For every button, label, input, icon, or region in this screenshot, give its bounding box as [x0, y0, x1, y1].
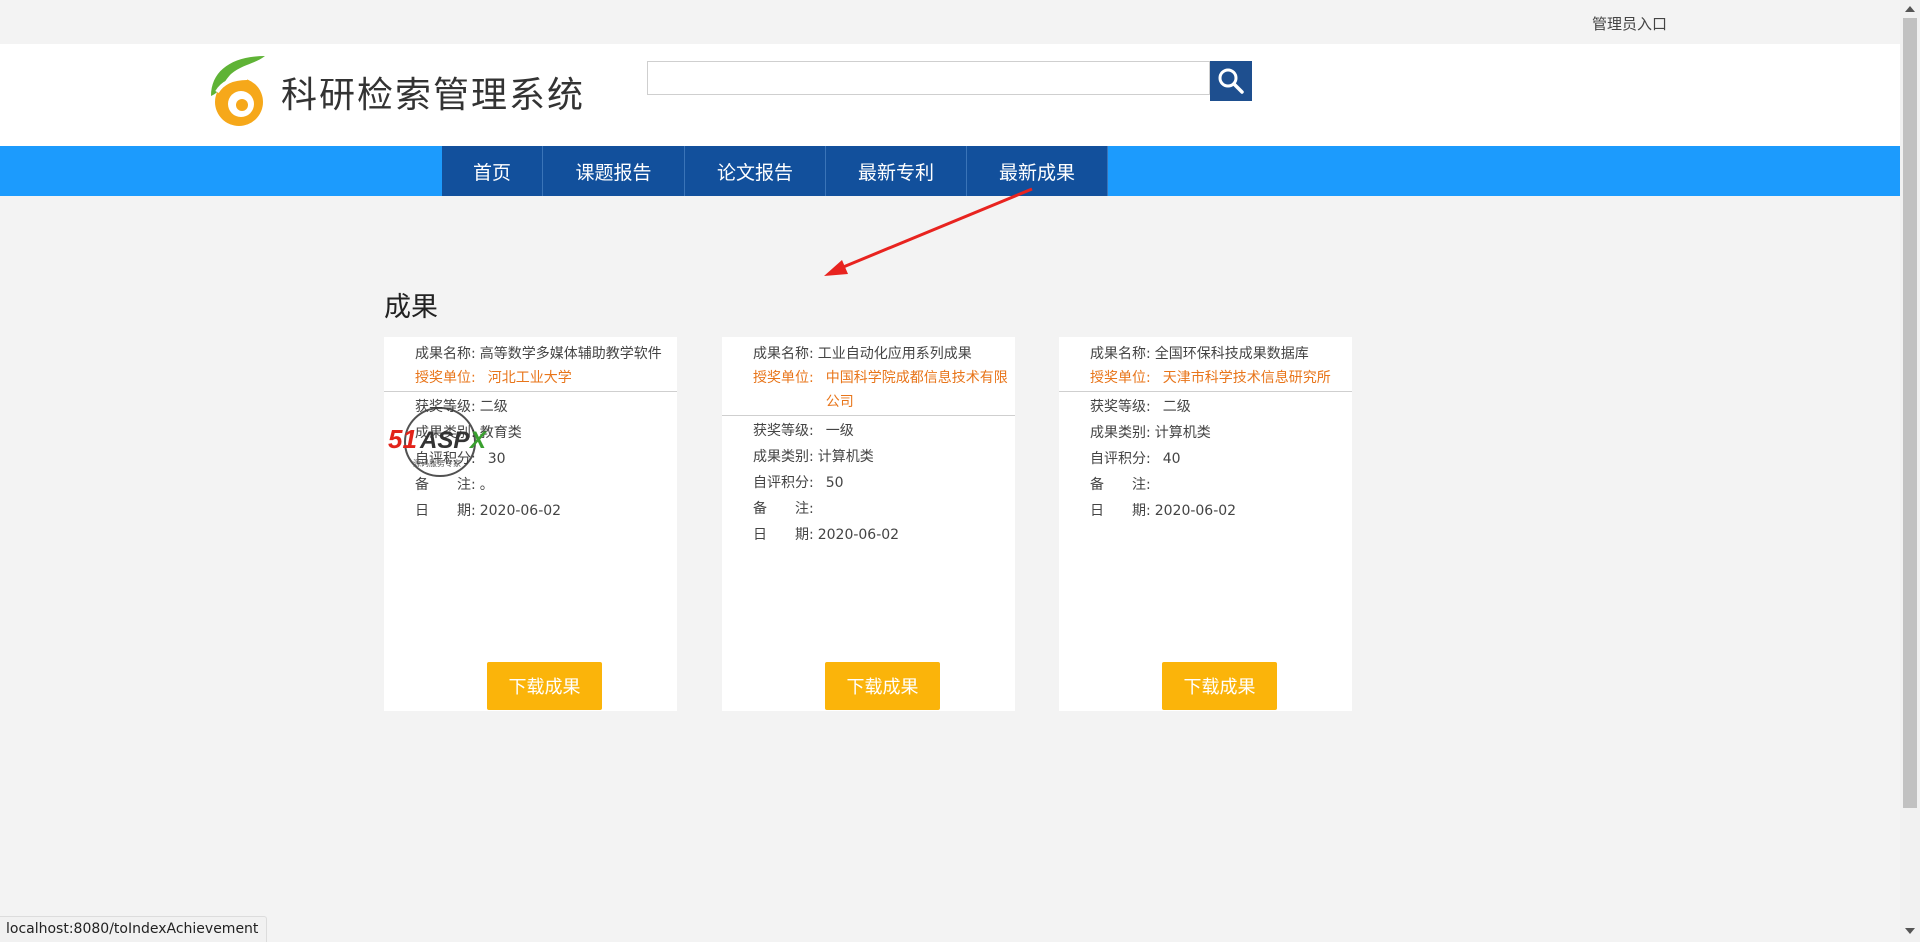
vertical-scrollbar[interactable] — [1900, 0, 1920, 942]
search-input[interactable] — [647, 61, 1210, 95]
header: 科研检索管理系统 — [0, 44, 1900, 146]
card-unit: 天津市科学技术信息研究所 — [1162, 370, 1331, 386]
card-date-row: 日 期: 2020-06-02 — [753, 527, 900, 543]
svg-text:源码服务专家: 源码服务专家 — [413, 458, 461, 468]
download-button[interactable]: 下载成果 — [487, 662, 602, 710]
scroll-up-arrow-icon[interactable] — [1905, 6, 1915, 12]
card-date-row: 日 期: 2020-06-02 — [1090, 503, 1237, 519]
svg-text:ASP: ASP — [419, 427, 470, 454]
logo-icon — [211, 56, 265, 126]
nav-paper-reports[interactable]: 论文报告 — [685, 146, 826, 196]
card-note-row: 备 注: — [1090, 477, 1151, 493]
admin-entry-link[interactable]: 管理员入口 — [1592, 13, 1667, 34]
scroll-thumb[interactable] — [1903, 18, 1917, 808]
top-bar: 管理员入口 — [0, 0, 1900, 44]
card-name: 全国环保科技成果数据库 — [1154, 346, 1309, 362]
card-score-row: 自评积分: 40 — [1090, 451, 1181, 467]
download-button[interactable]: 下载成果 — [1162, 662, 1277, 710]
svg-text:X: X — [468, 427, 488, 454]
card-name-row: 成果名称: 全国环保科技成果数据库 — [1059, 337, 1352, 366]
achievement-card: 成果名称: 工业自动化应用系列成果 授奖单位: 中国科学院成都信息技术有限公司 获奖… — [722, 337, 1015, 711]
main-nav: 首页 课题报告 论文报告 最新专利 最新成果 — [0, 146, 1900, 196]
card-level-row: 获奖等级: 二级 — [1090, 399, 1191, 415]
card-name: 工业自动化应用系列成果 — [817, 346, 972, 362]
card-divider — [384, 391, 677, 392]
card-date-row: 日 期: 2020-06-02 — [415, 503, 562, 519]
status-bar-url: localhost:8080/toIndexAchievement — [0, 916, 268, 942]
card-name: 高等数学多媒体辅助教学软件 — [479, 346, 662, 362]
card-divider — [722, 415, 1015, 416]
card-unit-row: 授奖单位: 中国科学院成都信息技术有限公司 — [722, 366, 1015, 414]
card-unit-row: 授奖单位: 河北工业大学 — [384, 366, 677, 390]
card-unit: 中国科学院成都信息技术有限公司 — [825, 370, 1008, 410]
section-title: 成果 — [384, 292, 438, 323]
scroll-down-arrow-icon[interactable] — [1905, 928, 1915, 934]
nav-home[interactable]: 首页 — [442, 146, 543, 196]
card-unit-row: 授奖单位: 天津市科学技术信息研究所 — [1059, 366, 1352, 390]
card-name-row: 成果名称: 高等数学多媒体辅助教学软件 — [384, 337, 677, 366]
nav-latest-patents[interactable]: 最新专利 — [826, 146, 967, 196]
nav-project-reports[interactable]: 课题报告 — [543, 146, 685, 196]
card-category-row: 成果类别: 计算机类 — [1090, 425, 1211, 441]
nav-latest-achievements[interactable]: 最新成果 — [967, 146, 1108, 196]
card-divider — [1059, 391, 1352, 392]
logo-title: 科研检索管理系统 — [281, 75, 586, 116]
achievement-card: 成果名称: 高等数学多媒体辅助教学软件 授奖单位: 河北工业大学 获奖等级: 二级 成… — [384, 337, 677, 711]
card-level-row: 获奖等级: 一级 — [753, 423, 854, 439]
card-note-row: 备 注: — [753, 501, 814, 517]
card-unit: 河北工业大学 — [487, 370, 572, 386]
achievement-card: 成果名称: 全国环保科技成果数据库 授奖单位: 天津市科学技术信息研究所 获奖等级:… — [1059, 337, 1352, 711]
svg-text:51: 51 — [388, 424, 417, 454]
download-button[interactable]: 下载成果 — [825, 662, 940, 710]
site-logo[interactable]: 科研检索管理系统 — [203, 52, 623, 128]
watermark-logo: 51 ASP X 源码服务专家 — [388, 407, 488, 477]
search-icon — [1218, 68, 1244, 94]
card-name-row: 成果名称: 工业自动化应用系列成果 — [722, 337, 1015, 366]
search-button[interactable] — [1210, 61, 1252, 101]
card-score-row: 自评积分: 50 — [753, 475, 844, 491]
card-category-row: 成果类别: 计算机类 — [753, 449, 874, 465]
